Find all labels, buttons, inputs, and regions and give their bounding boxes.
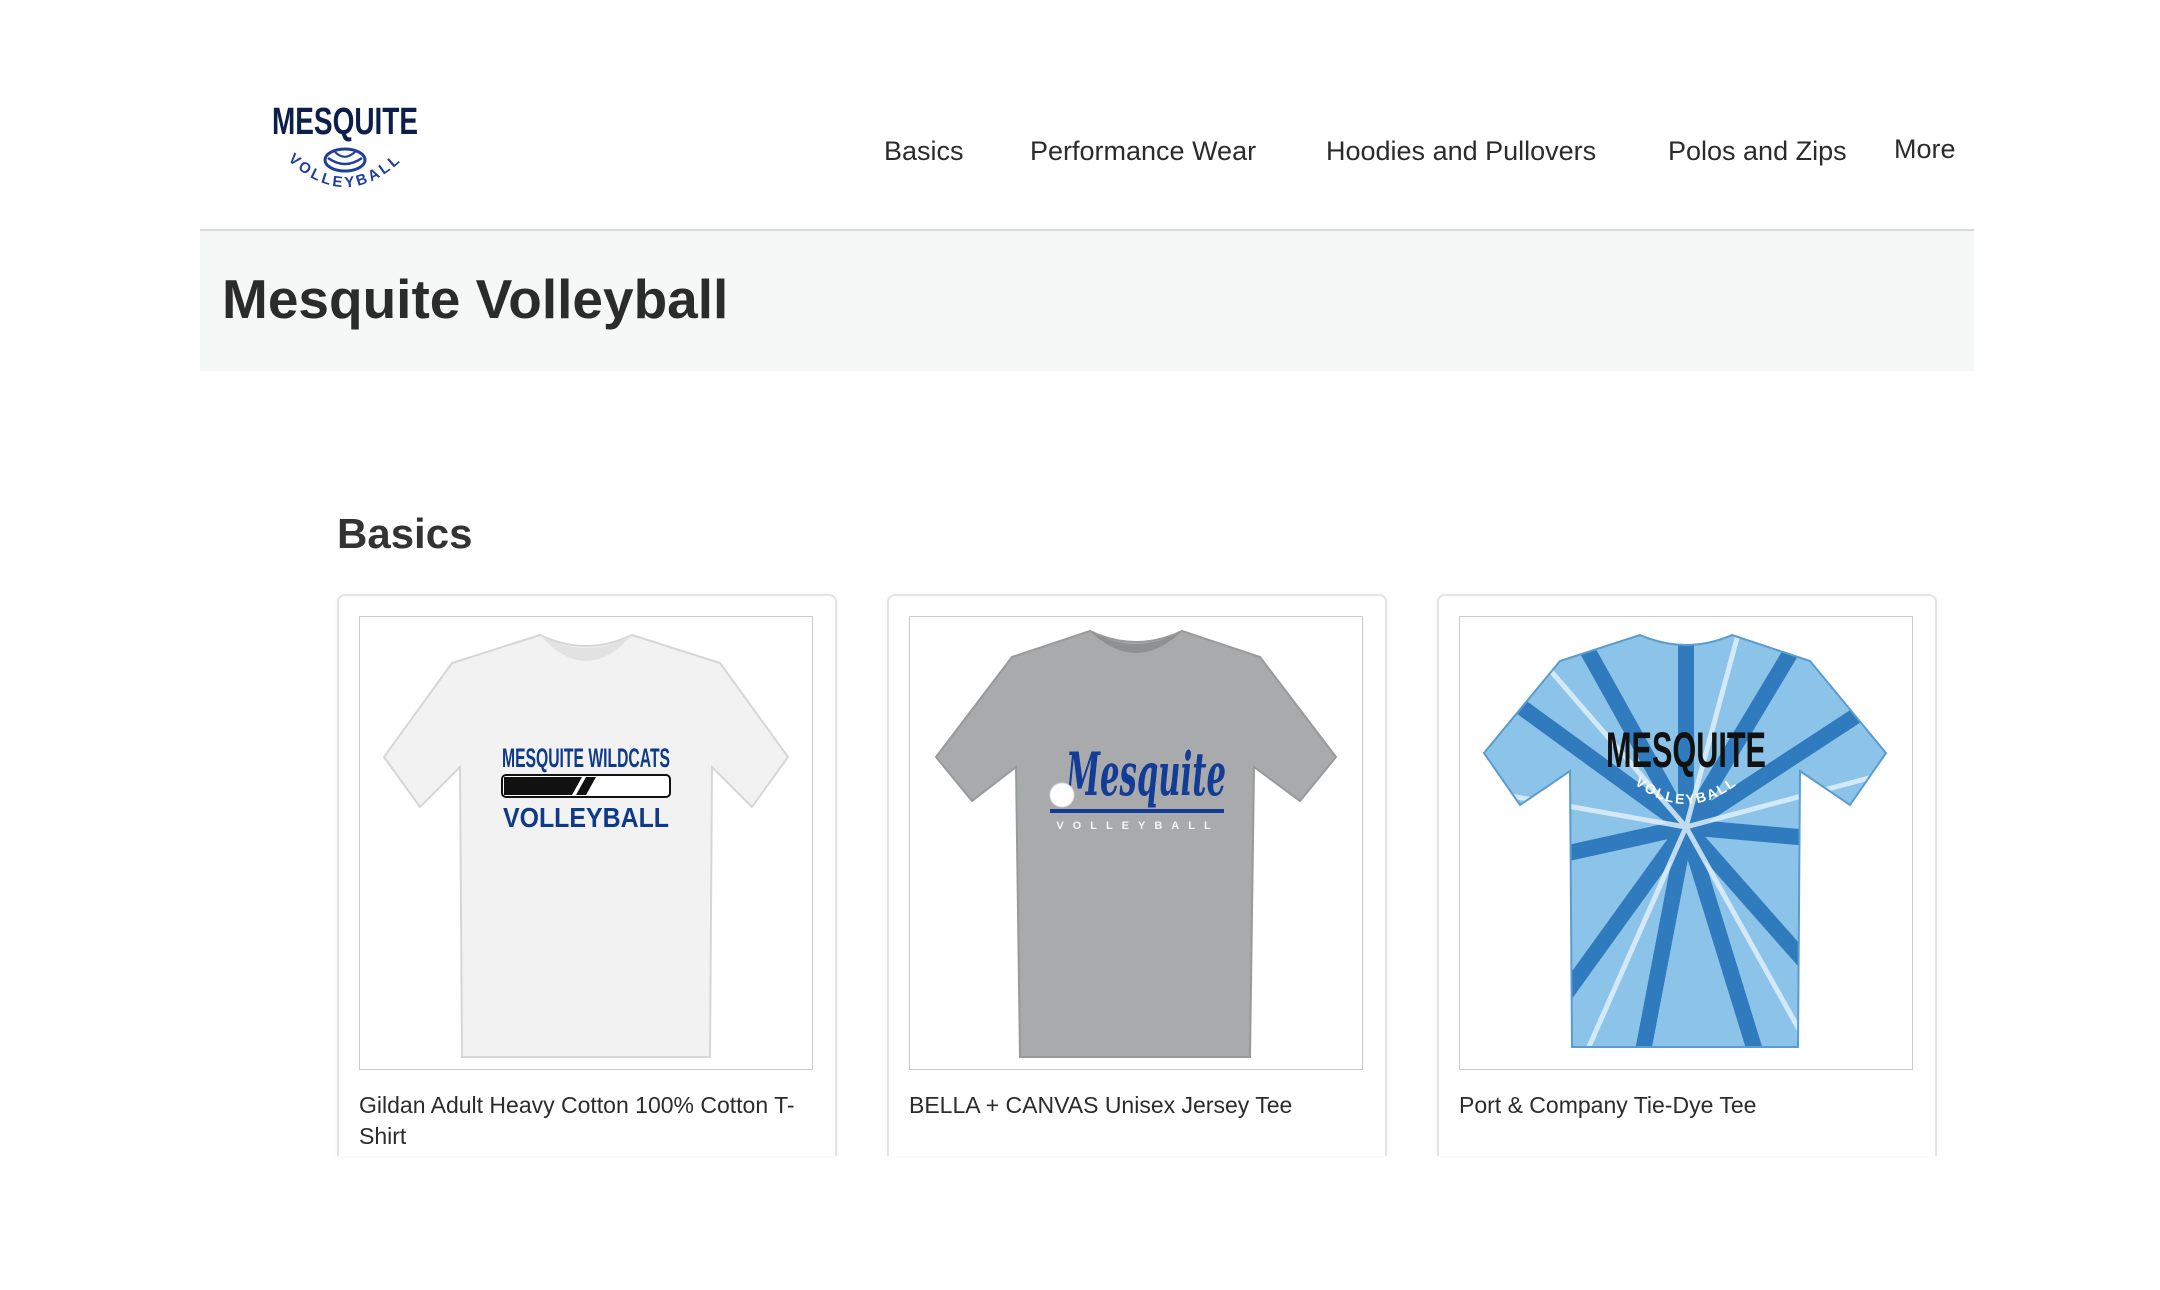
tshirt-grey-image: Mesquite VOLLEYBALL — [934, 629, 1338, 1058]
print-line-1: MESQUITE WILDCATS — [502, 743, 670, 773]
product-image[interactable]: MESQUITE VOLLEYBALL — [1459, 616, 1913, 1070]
page-title: Mesquite Volleyball — [222, 268, 729, 330]
main-nav: Basics Performance Wear Hoodies and Pull… — [200, 134, 1974, 176]
product-name[interactable]: Gildan Adult Heavy Cotton 100% Cotton T-… — [359, 1090, 819, 1152]
print-script: Mesquite — [1065, 740, 1226, 810]
print-line-2: VOLLEYBALL — [503, 802, 669, 833]
tshirt-tiedye-image: MESQUITE VOLLEYBALL — [1482, 633, 1888, 1048]
product-name[interactable]: Port & Company Tie-Dye Tee — [1459, 1090, 1919, 1121]
site-header: MESQUITE VOLLEYBALL Basics Performance W… — [200, 0, 1974, 231]
nav-hoodies-and-pullovers[interactable]: Hoodies and Pullovers — [1326, 136, 1596, 167]
section-title-basics: Basics — [337, 510, 473, 557]
nav-performance-wear[interactable]: Performance Wear — [1030, 136, 1256, 167]
tshirt-white-image: MESQUITE WILDCATS VOLLEYBALL — [382, 633, 790, 1058]
product-name[interactable]: BELLA + CANVAS Unisex Jersey Tee — [909, 1090, 1369, 1121]
product-card[interactable]: MESQUITE WILDCATS VOLLEYBALL Gildan Adul… — [337, 594, 837, 1156]
nav-basics[interactable]: Basics — [884, 136, 964, 167]
product-card[interactable]: MESQUITE VOLLEYBALL Port & Company Tie-D… — [1437, 594, 1937, 1156]
product-image[interactable]: MESQUITE WILDCATS VOLLEYBALL — [359, 616, 813, 1070]
print-line-1: MESQUITE — [1606, 722, 1766, 778]
nav-polos-and-zips[interactable]: Polos and Zips — [1668, 136, 1847, 167]
print-sub: VOLLEYBALL — [1056, 820, 1219, 832]
page-banner: Mesquite Volleyball — [200, 231, 1974, 371]
nav-more[interactable]: More — [1894, 134, 1956, 165]
product-image[interactable]: Mesquite VOLLEYBALL — [909, 616, 1363, 1070]
product-card[interactable]: Mesquite VOLLEYBALL BELLA + CANVAS Unise… — [887, 594, 1387, 1156]
